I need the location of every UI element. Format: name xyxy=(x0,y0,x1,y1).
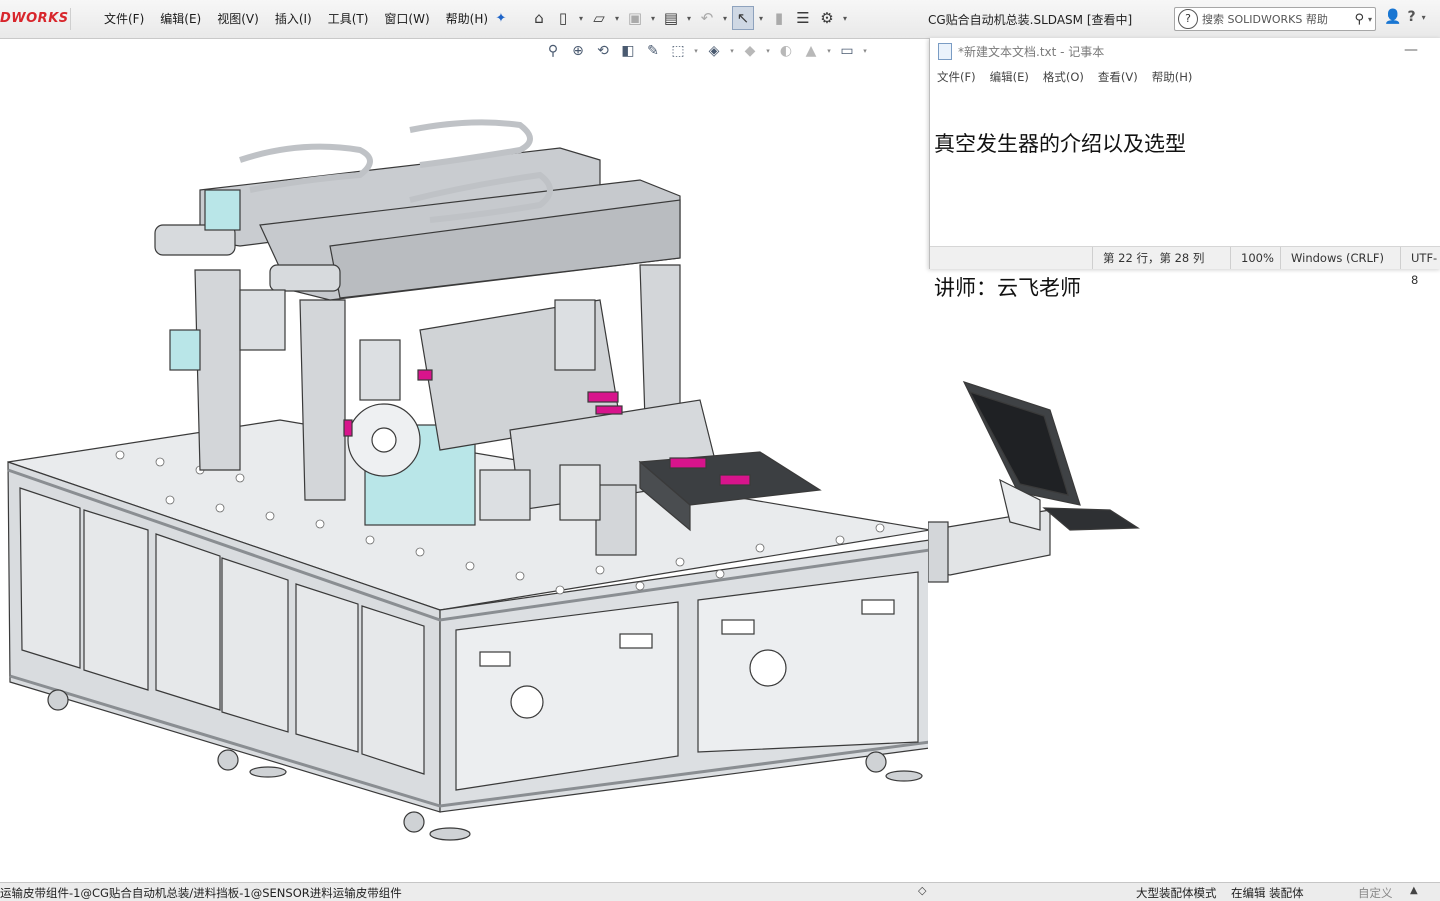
standard-toolbar: ⌂ ▯ ▾ ▱ ▾ ▣ ▾ ▤ ▾ ↶ ▾ ↖ ▾ ▮ ☰ ⚙ ▾ xyxy=(528,6,850,30)
text-line-3: 讲师：云飞老师 xyxy=(934,276,1081,300)
status-expand-icon[interactable]: ▲ xyxy=(1410,885,1418,896)
notepad-file-icon xyxy=(938,43,952,60)
text-line-1: 真空发生器的介绍以及选型 xyxy=(934,132,1186,156)
undo-icon[interactable]: ↶ xyxy=(696,6,718,30)
help-icon[interactable]: ? xyxy=(1407,9,1415,27)
rebuild-icon[interactable]: ▮ xyxy=(768,6,790,30)
magenta-part-2 xyxy=(669,457,707,469)
gantry-column-middle xyxy=(299,299,346,501)
help-dropdown-icon[interactable]: ▾ xyxy=(1422,9,1426,27)
solidworks-logo[interactable]: DWORKS xyxy=(0,8,71,30)
save-icon[interactable]: ▣ xyxy=(624,6,646,30)
status-editing: 在编辑 装配体 xyxy=(1231,886,1304,900)
notepad-window[interactable]: *新建文本文档.txt - 记事本 — 文件(F) 编辑(E) 格式(O) 查看… xyxy=(929,38,1440,300)
print-icon[interactable]: ▤ xyxy=(660,6,682,30)
open-dropdown-icon[interactable]: ▾ xyxy=(612,6,622,30)
print-dropdown-icon[interactable]: ▾ xyxy=(684,6,694,30)
status-large-assembly-mode: 大型装配体模式 xyxy=(1136,886,1217,900)
search-dropdown-icon[interactable]: ▾ xyxy=(1368,15,1372,24)
notepad-titlebar[interactable]: *新建文本文档.txt - 记事本 — xyxy=(930,38,1440,66)
options-icon[interactable]: ⚙ xyxy=(816,6,838,30)
notepad-statusbar: 第 22 行，第 28 列 100% Windows (CRLF) UTF-8 xyxy=(930,246,1440,287)
gantry-column-left xyxy=(194,269,241,471)
menu-window[interactable]: 窗口(W) xyxy=(376,10,437,28)
hmi-monitor-area xyxy=(928,380,1140,583)
new-icon[interactable]: ▯ xyxy=(552,6,574,30)
keyboard-tray xyxy=(1042,507,1140,531)
solidworks-menubar: DWORKS 文件(F) 编辑(E) 视图(V) 插入(I) 工具(T) 窗口(… xyxy=(0,0,1440,39)
text-line-2 xyxy=(934,204,1434,228)
gantry-column-right xyxy=(639,264,681,421)
account-help-area: 👤 ? ▾ xyxy=(1384,9,1426,27)
user-icon[interactable]: 👤 xyxy=(1384,9,1401,27)
search-icon[interactable]: ⚲ xyxy=(1354,12,1364,27)
status-custom[interactable]: 自定义 xyxy=(1358,885,1393,901)
new-dropdown-icon[interactable]: ▾ xyxy=(576,6,586,30)
document-title: CG贴合自动机总装.SLDASM [查看中] xyxy=(928,13,1133,27)
solidworks-statusbar: 运输皮带组件-1@CG贴合自动机总装/进料挡板-1@SENSOR进料运输皮带组件… xyxy=(0,882,1440,901)
minimize-icon[interactable]: — xyxy=(1400,40,1422,60)
search-placeholder: 搜索 SOLIDWORKS 帮助 xyxy=(1202,13,1328,26)
menu-insert[interactable]: 插入(I) xyxy=(267,10,320,28)
undo-dropdown-icon[interactable]: ▾ xyxy=(720,6,730,30)
select-dropdown-icon[interactable]: ▾ xyxy=(756,6,766,30)
help-question-icon: ? xyxy=(1178,9,1198,29)
cursor-position: 第 22 行，第 28 列 xyxy=(1092,247,1204,269)
main-menu: 文件(F) 编辑(E) 视图(V) 插入(I) 工具(T) 窗口(W) 帮助(H… xyxy=(96,10,496,28)
search-box[interactable]: ? 搜索 SOLIDWORKS 帮助 ⚲ ▾ xyxy=(1174,7,1376,31)
home-icon[interactable]: ⌂ xyxy=(528,6,550,30)
select-icon[interactable]: ↖ xyxy=(732,6,754,30)
magenta-part-1 xyxy=(719,474,751,486)
options-dropdown-icon[interactable]: ▾ xyxy=(840,6,850,30)
status-indicator-icon[interactable]: ◇ xyxy=(918,884,926,897)
save-dropdown-icon[interactable]: ▾ xyxy=(648,6,658,30)
pin-icon[interactable]: ✦ xyxy=(492,10,510,28)
menu-view[interactable]: 视图(V) xyxy=(209,10,267,28)
zoom-level: 100% xyxy=(1230,247,1274,269)
cad-graphics-area[interactable] xyxy=(0,38,928,882)
machine-model[interactable] xyxy=(7,119,928,841)
encoding: UTF-8 xyxy=(1400,247,1440,287)
open-icon[interactable]: ▱ xyxy=(588,6,610,30)
notepad-text-area[interactable]: 真空发生器的介绍以及选型 讲师：云飞老师 xyxy=(934,84,1434,300)
file-properties-icon[interactable]: ☰ xyxy=(792,6,814,30)
menu-edit[interactable]: 编辑(E) xyxy=(152,10,209,28)
front-panel-right xyxy=(697,571,919,753)
status-component-path: 运输皮带组件-1@CG贴合自动机总装/进料挡板-1@SENSOR进料运输皮带组件 xyxy=(0,886,402,900)
notepad-title: *新建文本文档.txt - 记事本 xyxy=(958,45,1105,59)
line-ending: Windows (CRLF) xyxy=(1280,247,1384,269)
hmi-monitor[interactable] xyxy=(928,380,1140,583)
menu-file[interactable]: 文件(F) xyxy=(96,10,152,28)
menu-tools[interactable]: 工具(T) xyxy=(320,10,377,28)
menu-help[interactable]: 帮助(H) xyxy=(438,10,496,28)
